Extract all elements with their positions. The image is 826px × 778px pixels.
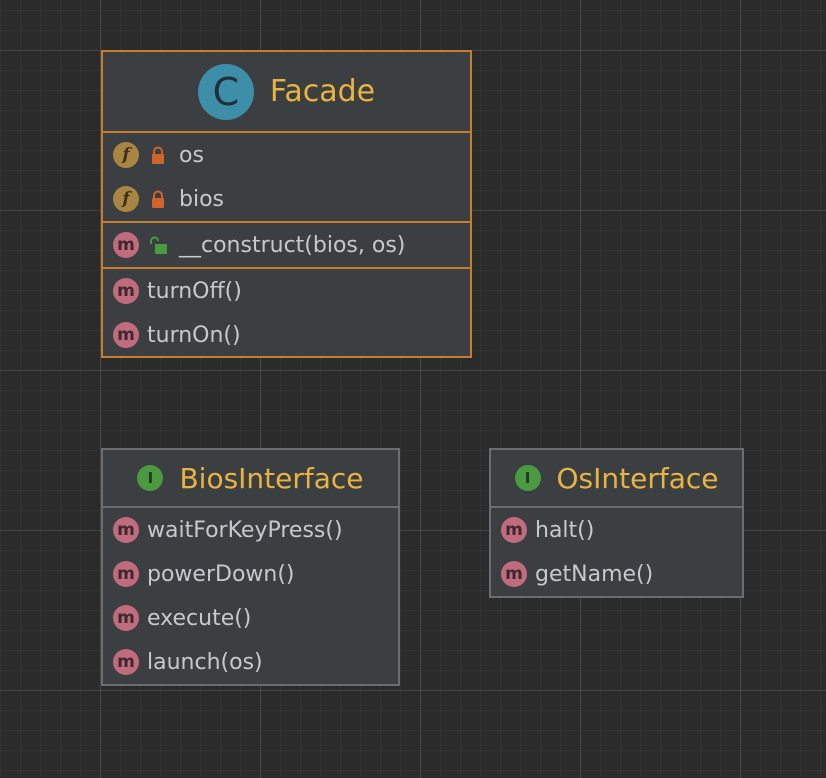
- private-lock-icon: [147, 189, 169, 209]
- method-icon: m: [113, 517, 139, 543]
- method-row-launch[interactable]: m launch(os): [103, 640, 398, 684]
- method-icon: m: [113, 561, 139, 587]
- field-row-bios[interactable]: f bios: [103, 177, 470, 221]
- bios-interface-header: I BiosInterface: [103, 450, 398, 506]
- facade-header: C Facade: [103, 52, 470, 131]
- interface-icon: I: [137, 465, 164, 491]
- member-text: waitForKeyPress(): [147, 517, 343, 543]
- member-text: halt(): [535, 517, 595, 543]
- method-row-halt[interactable]: m halt(): [491, 508, 742, 552]
- class-icon: C: [197, 63, 254, 120]
- member-text: __construct(bios, os): [179, 232, 406, 258]
- bios-interface-node[interactable]: I BiosInterface m waitForKeyPress() m po…: [101, 448, 400, 686]
- private-lock-icon: [147, 145, 169, 165]
- member-text: launch(os): [147, 649, 263, 675]
- member-text: os: [179, 142, 204, 168]
- member-text: getName(): [535, 561, 654, 587]
- method-icon: m: [113, 232, 139, 258]
- os-interface-header: I OsInterface: [491, 450, 742, 506]
- member-text: powerDown(): [147, 561, 295, 587]
- member-text: bios: [179, 186, 224, 212]
- field-icon: f: [113, 142, 139, 168]
- field-row-os[interactable]: f os: [103, 133, 470, 177]
- public-lock-icon: [147, 235, 169, 255]
- method-row-getname[interactable]: m getName(): [491, 552, 742, 596]
- os-interface-node[interactable]: I OsInterface m halt() m getName(): [489, 448, 744, 598]
- member-text: turnOn(): [147, 322, 241, 348]
- field-icon: f: [113, 186, 139, 212]
- method-row-powerdown[interactable]: m powerDown(): [103, 552, 398, 596]
- constructor-row[interactable]: m __construct(bios, os): [103, 223, 470, 267]
- method-icon: m: [113, 278, 139, 304]
- member-text: execute(): [147, 605, 252, 631]
- method-icon: m: [501, 517, 527, 543]
- method-row-turnon[interactable]: m turnOn(): [103, 313, 470, 357]
- member-text: turnOff(): [147, 278, 242, 304]
- node-title: OsInterface: [556, 461, 719, 495]
- method-icon: m: [113, 649, 139, 675]
- method-icon: m: [501, 561, 527, 587]
- method-icon: m: [113, 605, 139, 631]
- method-row-waitforkeypress[interactable]: m waitForKeyPress(): [103, 508, 398, 552]
- method-icon: m: [113, 322, 139, 348]
- interface-icon: I: [514, 465, 541, 491]
- node-title: BiosInterface: [179, 461, 364, 495]
- method-row-turnoff[interactable]: m turnOff(): [103, 269, 470, 313]
- node-title: Facade: [269, 74, 376, 109]
- facade-class-node[interactable]: C Facade f os f bios m __construct(bios,…: [101, 50, 472, 358]
- method-row-execute[interactable]: m execute(): [103, 596, 398, 640]
